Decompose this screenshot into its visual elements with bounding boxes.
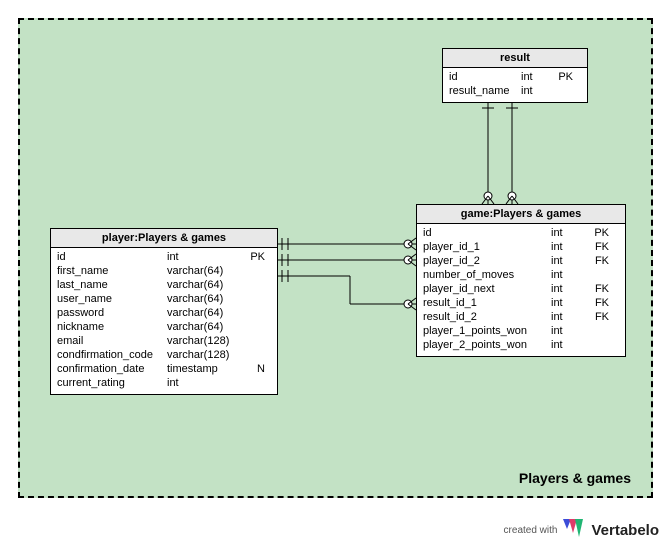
vertabelo-brand: Vertabelo xyxy=(591,522,659,539)
entity-player[interactable]: player:Players & games idintPK first_nam… xyxy=(50,228,278,395)
table-row: idintPK xyxy=(423,226,619,240)
footer: created with Vertabelo xyxy=(504,519,659,542)
table-row: result_id_1intFK xyxy=(423,296,619,310)
table-row: player_id_nextintFK xyxy=(423,282,619,296)
entity-game-title: game:Players & games xyxy=(417,205,625,224)
table-row: current_ratingint xyxy=(57,376,271,390)
table-row: player_2_points_wonint xyxy=(423,338,619,352)
vertabelo-logo-icon xyxy=(563,519,585,542)
table-row: number_of_movesint xyxy=(423,268,619,282)
table-row: condfirmation_codevarchar(128) xyxy=(57,348,271,362)
entity-game[interactable]: game:Players & games idintPK player_id_1… xyxy=(416,204,626,357)
entity-result-title: result xyxy=(443,49,587,68)
table-row: passwordvarchar(64) xyxy=(57,306,271,320)
entity-player-body: idintPK first_namevarchar(64) last_namev… xyxy=(51,248,277,394)
entity-game-body: idintPK player_id_1intFK player_id_2intF… xyxy=(417,224,625,356)
table-row: idintPK xyxy=(449,70,581,84)
table-row: last_namevarchar(64) xyxy=(57,278,271,292)
table-row: player_1_points_wonint xyxy=(423,324,619,338)
diagram-canvas: result idintPK result_nameint game:Playe… xyxy=(18,18,653,498)
table-row: result_nameint xyxy=(449,84,581,98)
entity-result[interactable]: result idintPK result_nameint xyxy=(442,48,588,103)
table-row: emailvarchar(128) xyxy=(57,334,271,348)
table-row: result_id_2intFK xyxy=(423,310,619,324)
group-label: Players & games xyxy=(519,470,631,486)
footer-created-with: created with xyxy=(504,525,558,536)
table-row: nicknamevarchar(64) xyxy=(57,320,271,334)
table-row: user_namevarchar(64) xyxy=(57,292,271,306)
table-row: player_id_2intFK xyxy=(423,254,619,268)
table-row: idintPK xyxy=(57,250,271,264)
table-row: first_namevarchar(64) xyxy=(57,264,271,278)
table-row: confirmation_datetimestampN xyxy=(57,362,271,376)
entity-player-title: player:Players & games xyxy=(51,229,277,248)
entity-result-body: idintPK result_nameint xyxy=(443,68,587,102)
table-row: player_id_1intFK xyxy=(423,240,619,254)
